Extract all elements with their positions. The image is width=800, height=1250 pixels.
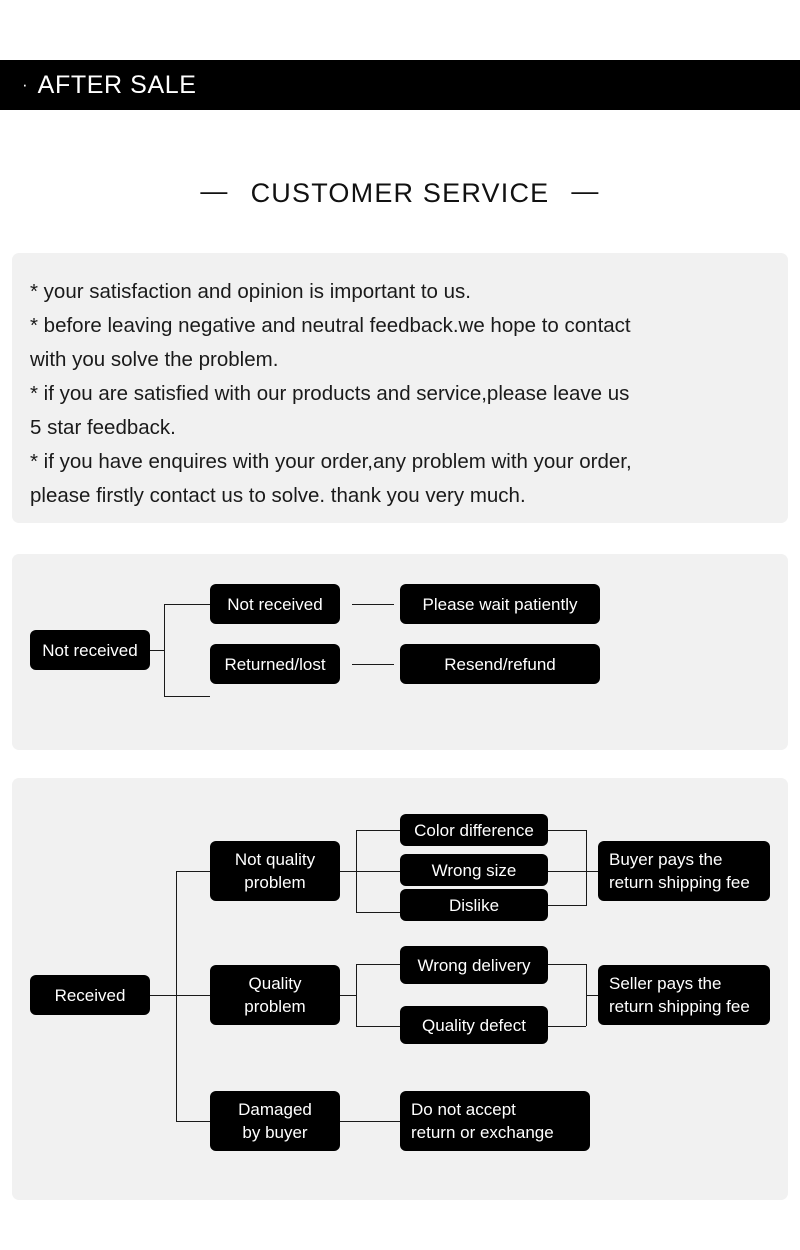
policy-line: 5 star feedback. (30, 416, 176, 439)
flow1-root-node: Not received (30, 630, 150, 670)
flow2-g1-out-bracket-vertical (586, 830, 587, 906)
flow2-category-node: Not quality problem (210, 841, 340, 901)
not-received-flowchart-panel: Not received Not received Returned/lost … (12, 554, 788, 750)
flow1-root-connector (150, 650, 164, 651)
flow2-g1-stub (340, 871, 356, 872)
flow2-g1-out-arm (548, 905, 586, 906)
flow2-reason-label: Quality defect (422, 1015, 526, 1035)
flow2-bracket-arm (176, 871, 210, 872)
bullet-icon: · (22, 74, 28, 94)
flow2-g2-bracket-arm (356, 1026, 400, 1027)
flow1-cause-node: Not received (210, 584, 340, 624)
flow2-g1-out-arm (548, 871, 586, 872)
policy-line: * if you have enquires with your order,a… (30, 450, 632, 473)
dash-left-icon: — (200, 176, 229, 207)
flow2-bracket-arm (176, 995, 210, 996)
flow2-g2-out-stub (586, 995, 598, 996)
flow2-reason-node: Color difference (400, 814, 548, 846)
flow2-outcome-node: Do not accept return or exchange (400, 1091, 590, 1151)
policy-line: with you solve the problem. (30, 348, 279, 371)
flow1-bracket-arm-top (164, 604, 210, 605)
customer-service-policy-panel: * your satisfaction and opinion is impor… (12, 253, 788, 523)
flow2-outcome-label: Do not accept return or exchange (411, 1100, 554, 1142)
flow2-reason-node: Dislike (400, 889, 548, 921)
flow2-reason-label: Wrong delivery (417, 955, 531, 975)
flow2-outcome-node: Buyer pays the return shipping fee (598, 841, 770, 901)
flow2-category-label: Not quality problem (234, 850, 316, 892)
page-title-text: CUSTOMER SERVICE (250, 178, 550, 208)
flow2-reason-node: Wrong size (400, 854, 548, 886)
flow2-outcome-label: Buyer pays the return shipping fee (609, 850, 750, 892)
policy-line: * if you are satisfied with our products… (30, 382, 630, 405)
flow1-outcome-label: Please wait patiently (422, 594, 578, 614)
flow1-outcome-connector (352, 664, 394, 665)
flow2-root-node: Received (30, 975, 150, 1015)
page-title: — CUSTOMER SERVICE — (0, 176, 800, 210)
flow1-bracket-arm-bottom (164, 696, 210, 697)
flow1-cause-node: Returned/lost (210, 644, 340, 684)
flow2-outcome-label: Seller pays the return shipping fee (609, 974, 750, 1016)
flow2-reason-label: Dislike (448, 895, 500, 915)
flow1-outcome-label: Resend/refund (444, 654, 556, 674)
flow1-outcome-node: Please wait patiently (400, 584, 600, 624)
flow2-g1-bracket-arm (356, 871, 400, 872)
banner-title: AFTER SALE (37, 70, 197, 99)
flow1-cause-label: Returned/lost (224, 654, 326, 674)
dash-right-icon: — (571, 176, 600, 207)
flow2-g1-bracket-arm (356, 912, 400, 913)
flow2-g2-bracket-vertical (356, 964, 357, 1026)
flow2-category-label: Quality problem (244, 974, 306, 1016)
flow2-category-node: Quality problem (210, 965, 340, 1025)
flow1-outcome-node: Resend/refund (400, 644, 600, 684)
flow2-reason-label: Wrong size (431, 860, 517, 880)
flow2-g1-out-stub (586, 871, 598, 872)
flow2-g2-out-arm (548, 1026, 586, 1027)
flow2-bracket-arm (176, 1121, 210, 1122)
flow2-category-node: Damaged by buyer (210, 1091, 340, 1151)
flow2-g1-out-arm (548, 830, 586, 831)
flow1-outcome-connector (352, 604, 394, 605)
flow2-g1-bracket-arm (356, 830, 400, 831)
flow1-bracket-vertical (164, 604, 165, 696)
flow2-category-label: Damaged by buyer (238, 1100, 312, 1142)
policy-line: * before leaving negative and neutral fe… (30, 314, 631, 337)
flow2-g2-bracket-arm (356, 964, 400, 965)
flow1-cause-label: Not received (227, 594, 323, 614)
flow2-g2-out-arm (548, 964, 586, 965)
flow2-g3-out-connector (340, 1121, 400, 1122)
flow2-reason-node: Quality defect (400, 1006, 548, 1044)
flow1-root-label: Not received (42, 640, 138, 660)
flow2-reason-label: Color difference (414, 820, 534, 840)
flow2-outcome-node: Seller pays the return shipping fee (598, 965, 770, 1025)
policy-line: please firstly contact us to solve. than… (30, 484, 526, 507)
flow2-root-connector (150, 995, 176, 996)
policy-line: * your satisfaction and opinion is impor… (30, 280, 471, 303)
flow2-g2-stub (340, 995, 356, 996)
received-flowchart-panel: Received Not quality problem Color diffe… (12, 778, 788, 1200)
flow2-reason-node: Wrong delivery (400, 946, 548, 984)
after-sale-banner: · AFTER SALE (0, 60, 800, 110)
flow2-root-label: Received (54, 985, 126, 1005)
flow2-bracket-vertical (176, 871, 177, 1121)
